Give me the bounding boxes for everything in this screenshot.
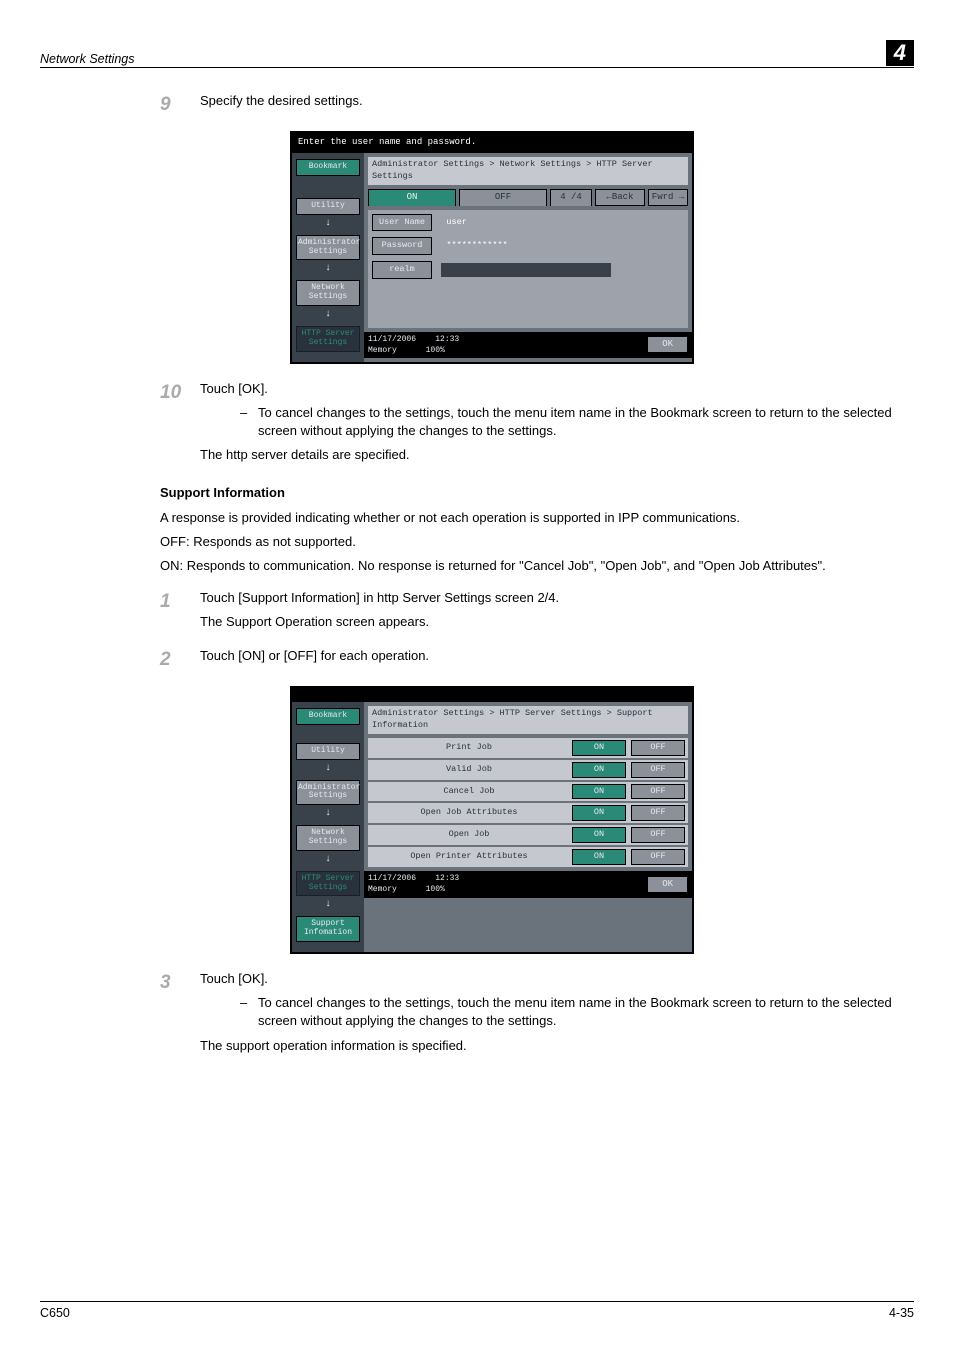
utility-button[interactable]: Utility xyxy=(296,198,360,215)
step-text: Touch [Support Information] in http Serv… xyxy=(200,589,904,607)
password-value: ************ xyxy=(441,238,571,254)
chevron-down-icon: ↓ xyxy=(296,807,360,821)
forward-button[interactable]: Fwrd → xyxy=(648,189,688,206)
page-number: 4-35 xyxy=(889,1306,914,1320)
operation-label: Valid Job xyxy=(371,764,567,776)
support-row: Open Printer Attributes ON OFF xyxy=(368,847,688,867)
chevron-down-icon: ↓ xyxy=(296,898,360,912)
section-title: Network Settings xyxy=(40,52,134,66)
step-result: The http server details are specified. xyxy=(200,446,904,464)
step-text: Touch [OK]. xyxy=(200,380,904,398)
http-server-settings-button[interactable]: HTTP Server Settings xyxy=(296,326,360,352)
step-number: 2 xyxy=(160,647,200,674)
step-note: To cancel changes to the settings, touch… xyxy=(258,994,904,1030)
operation-label: Open Job Attributes xyxy=(371,807,567,819)
admin-settings-button[interactable]: Administrator Settings xyxy=(296,235,360,261)
chevron-down-icon: ↓ xyxy=(296,217,360,231)
step-number: 1 xyxy=(160,589,200,637)
utility-button[interactable]: Utility xyxy=(296,743,360,760)
off-toggle[interactable]: OFF xyxy=(631,805,685,821)
bookmark-button[interactable]: Bookmark xyxy=(296,159,360,176)
operation-label: Open Printer Attributes xyxy=(371,851,567,863)
realm-value xyxy=(441,263,611,277)
on-toggle[interactable]: ON xyxy=(572,740,626,756)
step-text: Touch [OK]. xyxy=(200,970,904,988)
memory-label: Memory xyxy=(368,346,397,355)
breadcrumb: Administrator Settings > HTTP Server Set… xyxy=(368,706,688,734)
support-information-button[interactable]: Support Infomation xyxy=(296,916,360,942)
chevron-down-icon: ↓ xyxy=(296,308,360,322)
support-row: Valid Job ON OFF xyxy=(368,760,688,780)
step-text: Specify the desired settings. xyxy=(200,92,904,119)
support-info-heading: Support Information xyxy=(160,484,904,502)
support-info-p1: A response is provided indicating whethe… xyxy=(160,509,904,527)
step-text: Touch [ON] or [OFF] for each operation. xyxy=(200,647,904,674)
time-label: 12:33 xyxy=(435,335,459,344)
network-settings-button[interactable]: Network Settings xyxy=(296,825,360,851)
step-number: 3 xyxy=(160,970,200,1055)
memory-value: 100% xyxy=(426,346,445,355)
support-row: Cancel Job ON OFF xyxy=(368,782,688,802)
support-information-screenshot: Bookmark Utility ↓ Administrator Setting… xyxy=(290,686,694,954)
username-value: user xyxy=(441,215,571,231)
support-row: Print Job ON OFF xyxy=(368,738,688,758)
step-number: 9 xyxy=(160,92,200,119)
step-note: To cancel changes to the settings, touch… xyxy=(258,404,904,440)
http-server-settings-screenshot: Enter the user name and password. Bookma… xyxy=(290,131,694,364)
network-settings-button[interactable]: Network Settings xyxy=(296,280,360,306)
date-label: 11/17/2006 xyxy=(368,335,416,344)
bookmark-button[interactable]: Bookmark xyxy=(296,708,360,725)
support-row: Open Job Attributes ON OFF xyxy=(368,803,688,823)
http-server-settings-button[interactable]: HTTP Server Settings xyxy=(296,871,360,897)
time-label: 12:33 xyxy=(435,874,459,883)
operation-label: Cancel Job xyxy=(371,786,567,798)
chevron-down-icon: ↓ xyxy=(296,262,360,276)
chevron-down-icon: ↓ xyxy=(296,853,360,867)
breadcrumb: Administrator Settings > Network Setting… xyxy=(368,157,688,185)
memory-value: 100% xyxy=(426,885,445,894)
off-toggle[interactable]: OFF xyxy=(631,827,685,843)
chevron-down-icon: ↓ xyxy=(296,762,360,776)
off-toggle[interactable]: OFF xyxy=(631,762,685,778)
memory-label: Memory xyxy=(368,885,397,894)
support-row: Open Job ON OFF xyxy=(368,825,688,845)
on-toggle[interactable]: ON xyxy=(572,827,626,843)
step-number: 10 xyxy=(160,380,200,465)
on-tab[interactable]: ON xyxy=(368,189,456,206)
ok-button[interactable]: OK xyxy=(647,876,688,893)
support-info-p3: ON: Responds to communication. No respon… xyxy=(160,557,904,575)
step-result: The support operation information is spe… xyxy=(200,1037,904,1055)
off-toggle[interactable]: OFF xyxy=(631,849,685,865)
username-label[interactable]: User Name xyxy=(372,214,432,232)
step-result: The Support Operation screen appears. xyxy=(200,613,904,631)
screen-prompt: Enter the user name and password. xyxy=(292,133,692,154)
on-toggle[interactable]: ON xyxy=(572,805,626,821)
operation-label: Open Job xyxy=(371,829,567,841)
date-label: 11/17/2006 xyxy=(368,874,416,883)
password-label[interactable]: Password xyxy=(372,237,432,255)
operation-label: Print Job xyxy=(371,742,567,754)
back-button[interactable]: ←Back xyxy=(595,189,645,206)
on-toggle[interactable]: ON xyxy=(572,762,626,778)
on-toggle[interactable]: ON xyxy=(572,849,626,865)
off-toggle[interactable]: OFF xyxy=(631,784,685,800)
model-label: C650 xyxy=(40,1306,70,1320)
off-tab[interactable]: OFF xyxy=(459,189,547,206)
page-indicator: 4 /4 xyxy=(550,189,592,206)
off-toggle[interactable]: OFF xyxy=(631,740,685,756)
ok-button[interactable]: OK xyxy=(647,336,688,353)
support-info-p2: OFF: Responds as not supported. xyxy=(160,533,904,551)
admin-settings-button[interactable]: Administrator Settings xyxy=(296,780,360,806)
realm-label[interactable]: realm xyxy=(372,261,432,279)
chapter-number: 4 xyxy=(886,40,914,66)
on-toggle[interactable]: ON xyxy=(572,784,626,800)
